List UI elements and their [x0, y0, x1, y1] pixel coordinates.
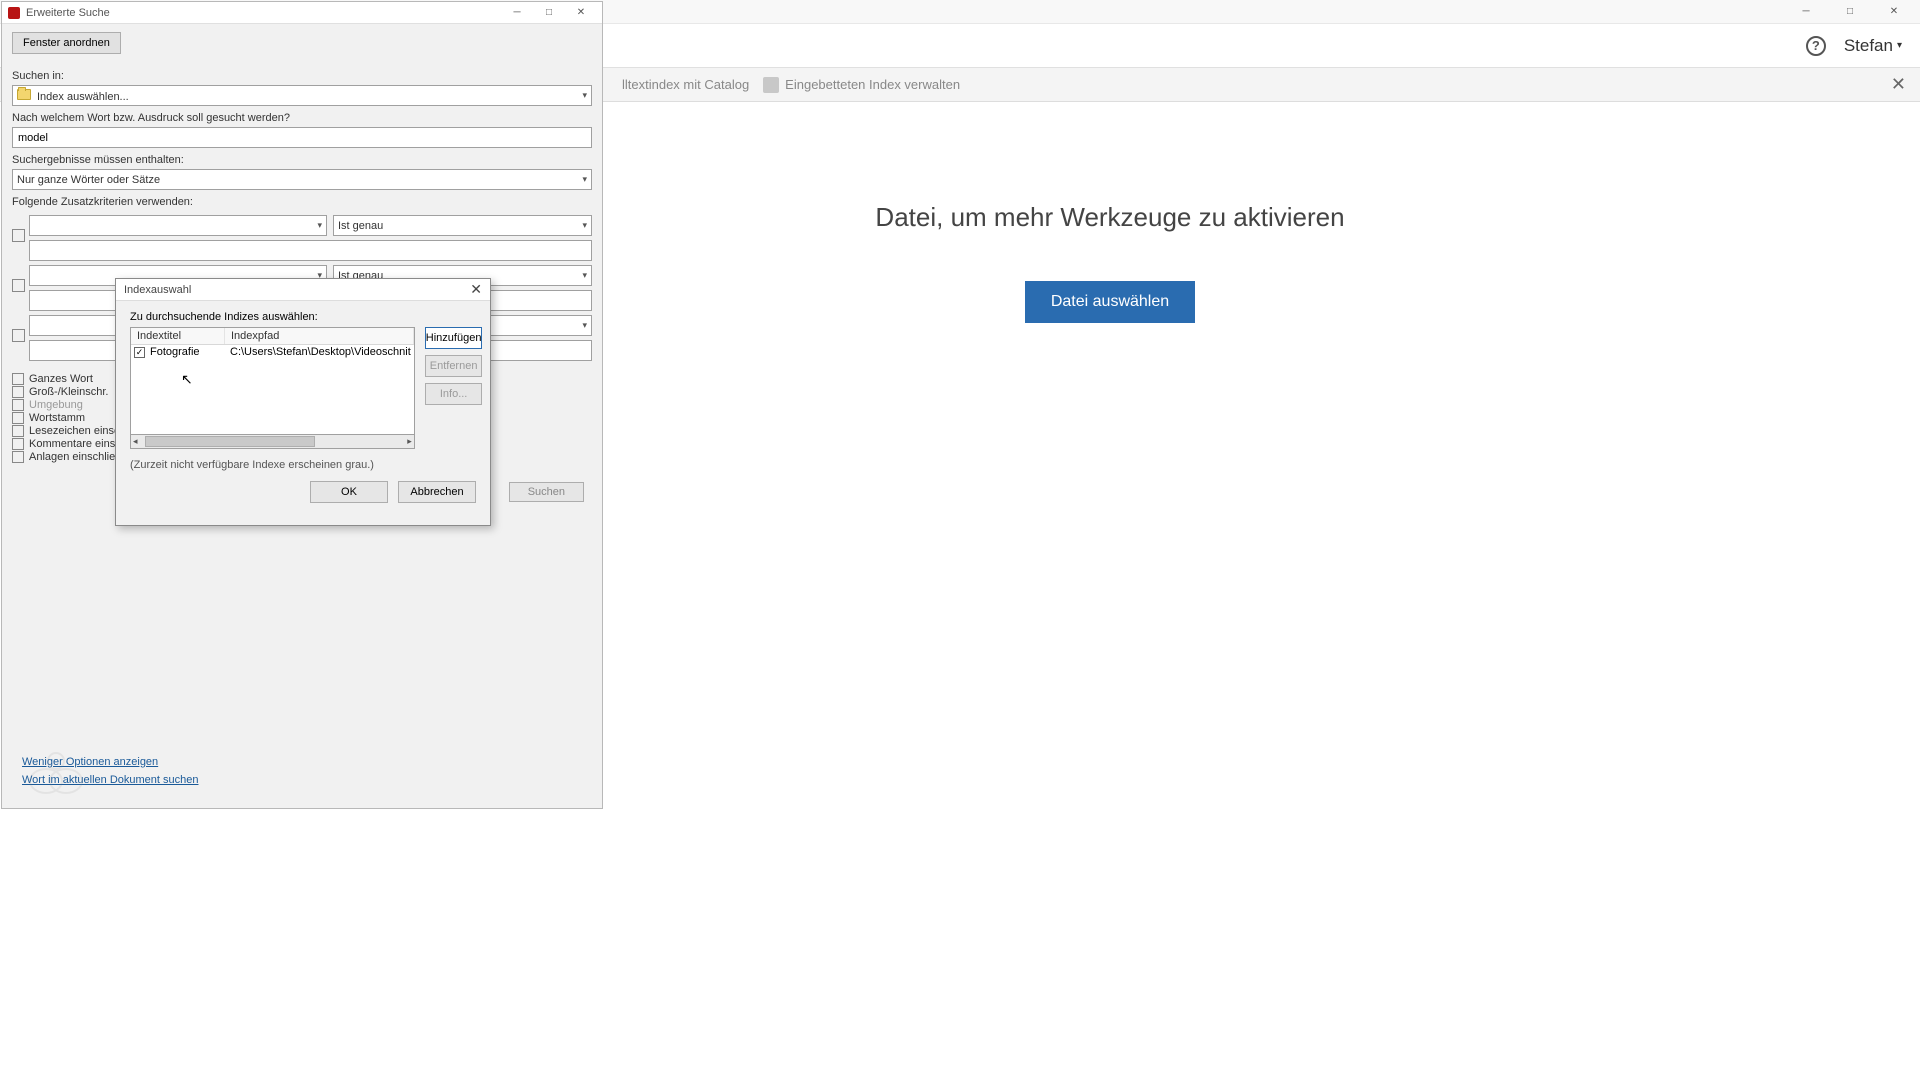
search-word-input[interactable] [12, 127, 592, 148]
index-col-path[interactable]: Indexpfad [225, 328, 414, 344]
info-button: Info... [425, 383, 483, 405]
criteria-match-dropdown-1[interactable]: Ist genau▾ [333, 215, 592, 236]
main-maximize-button[interactable]: □ [1828, 1, 1872, 23]
search-maximize-button[interactable]: □ [534, 4, 564, 22]
proximity-label: Umgebung [29, 399, 83, 411]
index-col-title[interactable]: Indextitel [131, 328, 225, 344]
watermark-icon [26, 746, 86, 796]
dialog-hint: (Zurzeit nicht verfügbare Indexe erschei… [130, 459, 476, 471]
user-menu[interactable]: Stefan [1844, 36, 1902, 56]
comments-checkbox[interactable] [12, 438, 24, 450]
search-word-label: Nach welchem Wort bzw. Ausdruck soll ges… [12, 112, 592, 124]
sub-toolbar-items: lltextindex mit Catalog Eingebetteten In… [622, 77, 960, 93]
chevron-down-icon: ▾ [317, 220, 322, 231]
chevron-down-icon: ▾ [582, 270, 587, 281]
embedded-index-icon [763, 77, 779, 93]
results-contain-value: Nur ganze Wörter oder Sätze [17, 174, 160, 186]
index-row[interactable]: Fotografie C:\Users\Stefan\Desktop\Video… [131, 345, 414, 359]
search-window-title: Erweiterte Suche [26, 7, 110, 19]
select-file-button[interactable]: Datei auswählen [1025, 281, 1195, 323]
catalog-item-label: lltextindex mit Catalog [622, 77, 749, 92]
results-contain-label: Suchergebnisse müssen enthalten: [12, 154, 592, 166]
search-footer: Weniger Optionen anzeigen Wort im aktuel… [12, 744, 592, 800]
criteria-checkbox-3[interactable] [12, 329, 25, 342]
app-icon [8, 7, 20, 19]
index-row-path: C:\Users\Stefan\Desktop\Videoschnit [230, 346, 411, 358]
search-button[interactable]: Suchen [509, 482, 584, 502]
case-label: Groß-/Kleinschr. [29, 386, 108, 398]
criteria-field-dropdown-1[interactable]: ▾ [29, 215, 327, 236]
folder-icon [17, 89, 31, 100]
index-selection-dialog: Indexauswahl ✕ Zu durchsuchende Indizes … [115, 278, 491, 526]
chevron-down-icon: ▾ [582, 320, 587, 331]
search-in-dropdown[interactable]: Index auswählen... ▾ [12, 85, 592, 106]
embedded-index-item[interactable]: Eingebetteten Index verwalten [763, 77, 960, 93]
search-in-value: Index auswählen... [37, 91, 129, 103]
criteria-label: Folgende Zusatzkriterien verwenden: [12, 196, 592, 208]
search-current-doc-link[interactable]: Wort im aktuellen Dokument suchen [22, 774, 582, 786]
add-button[interactable]: Hinzufügen [425, 327, 483, 349]
cancel-button[interactable]: Abbrechen [398, 481, 476, 503]
index-list[interactable]: Indextitel Indexpfad Fotografie C:\Users… [130, 327, 415, 435]
chevron-down-icon: ▾ [582, 90, 587, 101]
criteria-row-1: ▾ Ist genau▾ [12, 215, 592, 261]
remove-button: Entfernen [425, 355, 483, 377]
criteria-checkbox-1[interactable] [12, 229, 25, 242]
dialog-side-buttons: Hinzufügen Entfernen Info... [425, 327, 483, 449]
ok-button[interactable]: OK [310, 481, 388, 503]
search-minimize-button[interactable]: ─ [502, 4, 532, 22]
whole-word-checkbox[interactable] [12, 373, 24, 385]
dialog-close-icon[interactable]: ✕ [470, 281, 482, 298]
case-checkbox[interactable] [12, 386, 24, 398]
search-in-label: Suchen in: [12, 70, 592, 82]
criteria-checkbox-2[interactable] [12, 279, 25, 292]
index-row-checkbox[interactable] [134, 347, 145, 358]
dialog-title: Indexauswahl [124, 284, 191, 296]
main-minimize-button[interactable]: ─ [1784, 1, 1828, 23]
sub-toolbar-close-icon[interactable]: ✕ [1891, 74, 1906, 95]
dialog-titlebar: Indexauswahl ✕ [116, 279, 490, 301]
results-contain-dropdown[interactable]: Nur ganze Wörter oder Sätze ▾ [12, 169, 592, 190]
index-list-scrollbar[interactable]: ◂ ▸ [130, 435, 415, 449]
bookmarks-checkbox[interactable] [12, 425, 24, 437]
fewer-options-link[interactable]: Weniger Optionen anzeigen [22, 756, 582, 768]
dialog-instruction: Zu durchsuchende Indizes auswählen: [130, 311, 476, 323]
dialog-body: Zu durchsuchende Indizes auswählen: Inde… [116, 301, 490, 525]
index-row-title: Fotografie [150, 346, 230, 358]
help-icon[interactable]: ? [1806, 36, 1826, 56]
whole-word-label: Ganzes Wort [29, 373, 93, 385]
dialog-footer: OK Abbrechen [130, 481, 476, 503]
chevron-down-icon: ▾ [582, 174, 587, 185]
scroll-thumb[interactable] [145, 436, 315, 447]
scroll-right-icon[interactable]: ▸ [407, 436, 412, 447]
main-close-button[interactable]: ✕ [1872, 1, 1916, 23]
search-titlebar: Erweiterte Suche ─ □ ✕ [2, 2, 602, 24]
stem-checkbox[interactable] [12, 412, 24, 424]
arrange-windows-button[interactable]: Fenster anordnen [12, 32, 121, 54]
main-content-text: Datei, um mehr Werkzeuge zu aktivieren [875, 202, 1344, 233]
search-close-button[interactable]: ✕ [566, 4, 596, 22]
criteria-value-input-1[interactable] [29, 240, 592, 261]
scroll-left-icon[interactable]: ◂ [133, 436, 138, 447]
catalog-index-item[interactable]: lltextindex mit Catalog [622, 77, 749, 92]
proximity-checkbox [12, 399, 24, 411]
index-list-header: Indextitel Indexpfad [131, 328, 414, 345]
attachments-checkbox[interactable] [12, 451, 24, 463]
embedded-item-label: Eingebetteten Index verwalten [785, 77, 960, 92]
stem-label: Wortstamm [29, 412, 85, 424]
chevron-down-icon: ▾ [582, 220, 587, 231]
